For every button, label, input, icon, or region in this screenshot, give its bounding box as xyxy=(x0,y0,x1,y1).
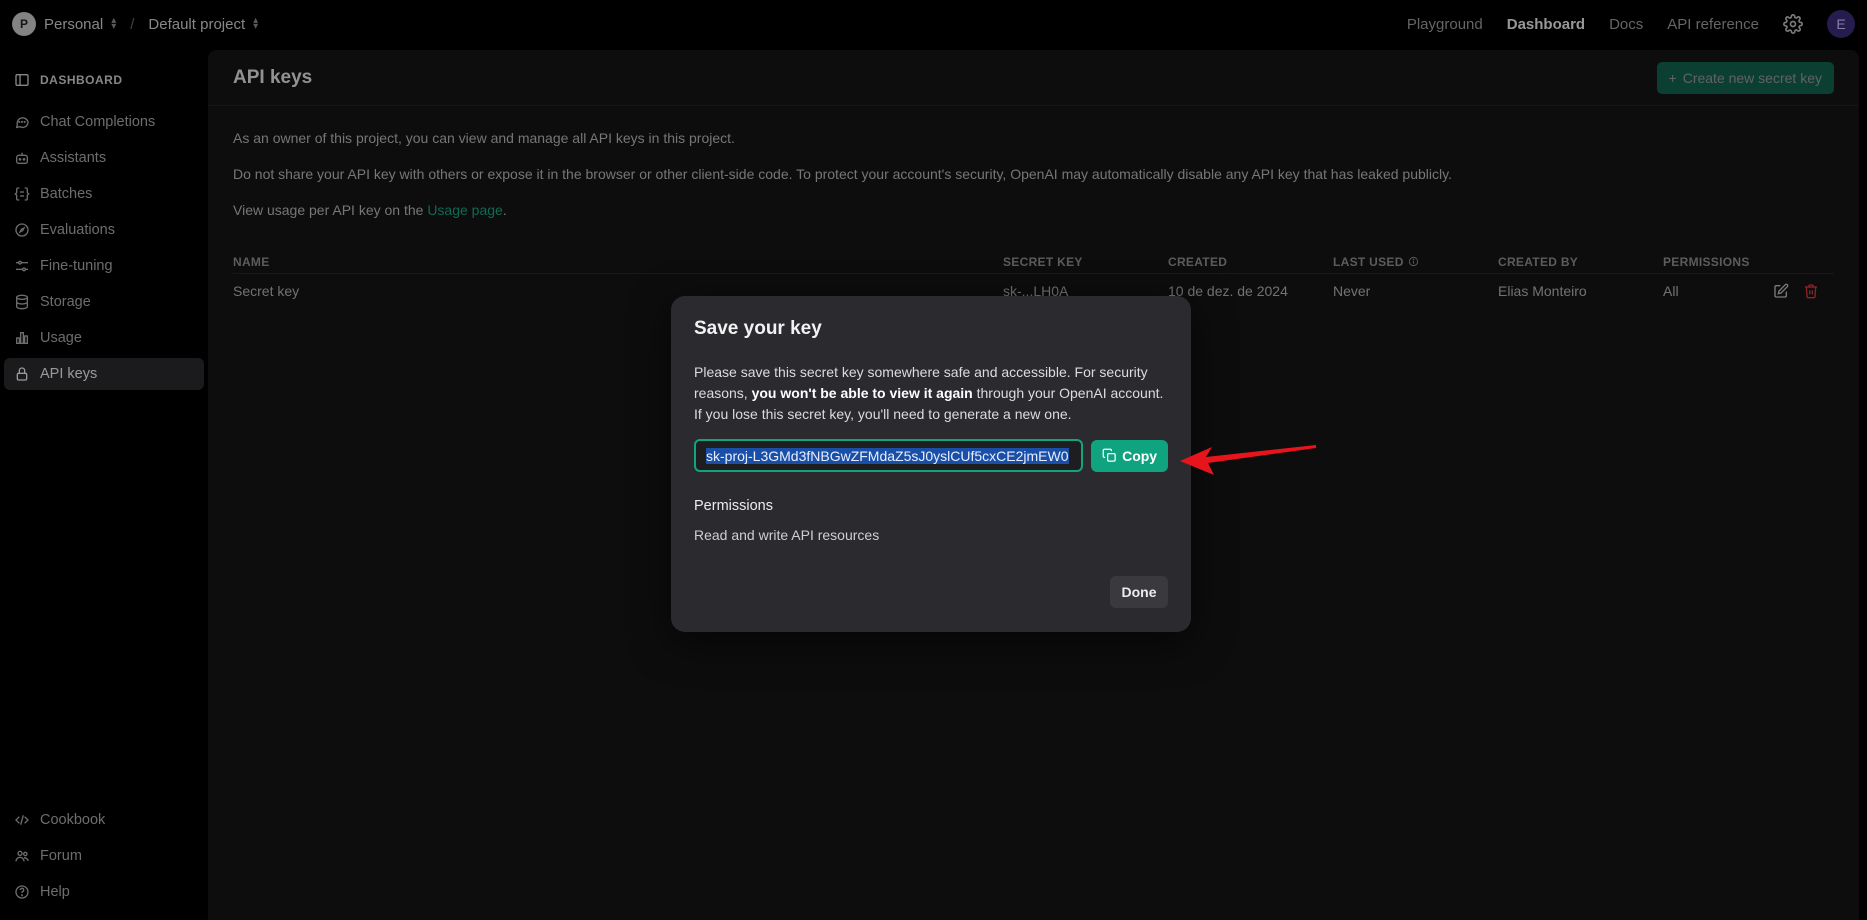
copy-label: Copy xyxy=(1122,447,1158,464)
dialog-message-emphasis: you won't be able to view it again xyxy=(751,385,973,401)
secret-key-value: sk-proj-L3GMd3fNBGwZFMdaZ5sJ0yslCUf5cxCE… xyxy=(706,447,1069,464)
save-key-dialog: Save your key Please save this secret ke… xyxy=(671,296,1191,632)
secret-key-field[interactable]: sk-proj-L3GMd3fNBGwZFMdaZ5sJ0yslCUf5cxCE… xyxy=(694,439,1084,472)
permissions-value: Read and write API resources xyxy=(694,527,880,543)
annotation-arrow-icon xyxy=(1180,445,1316,475)
permissions-title: Permissions xyxy=(694,498,773,514)
key-row: sk-proj-L3GMd3fNBGwZFMdaZ5sJ0yslCUf5cxCE… xyxy=(694,439,1168,472)
copy-icon xyxy=(1102,448,1116,462)
dialog-title: Save your key xyxy=(694,318,822,339)
dialog-message: Please save this secret key somewhere sa… xyxy=(694,362,1168,425)
done-button[interactable]: Done xyxy=(1110,576,1168,608)
copy-button[interactable]: Copy xyxy=(1091,439,1168,472)
